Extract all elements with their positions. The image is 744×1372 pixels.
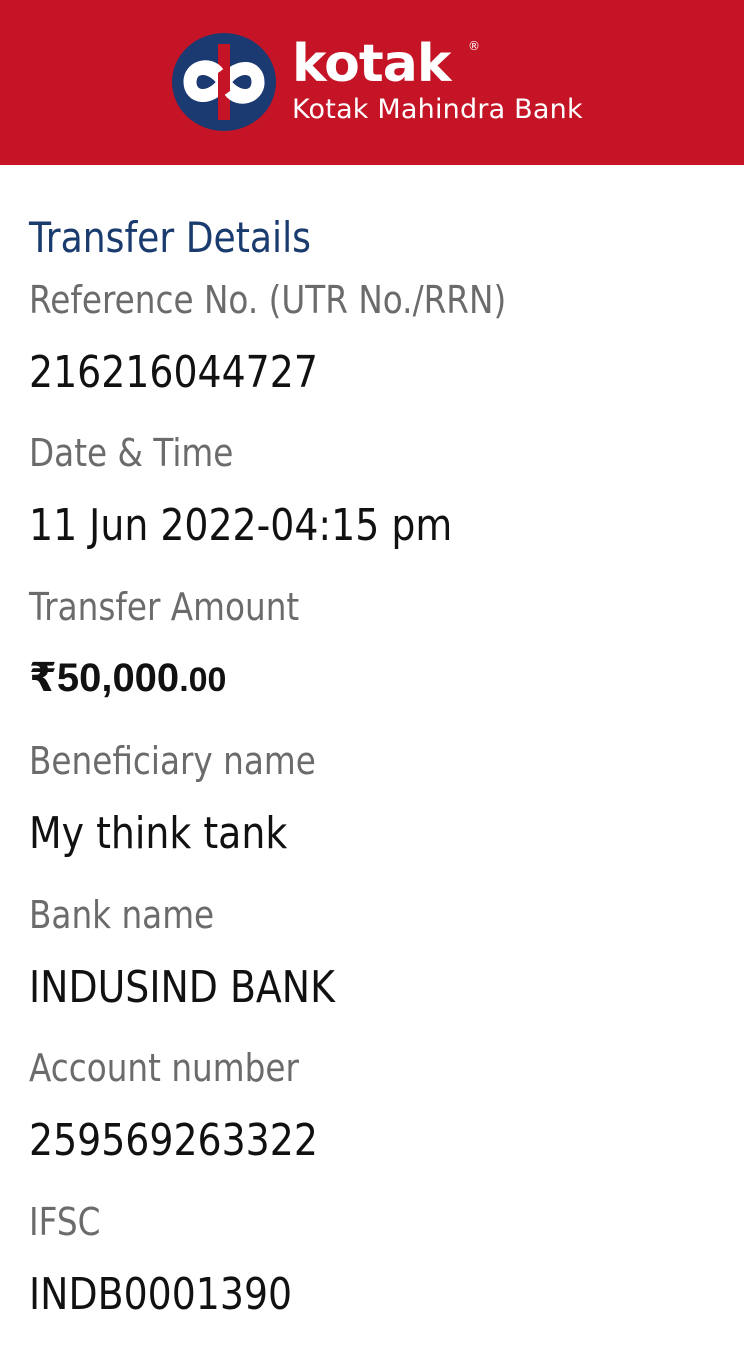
page-title: Transfer Details xyxy=(29,213,311,262)
field-value[interactable]: INDUSIND BANK xyxy=(29,960,644,1016)
field-reference-no: Reference No. (UTR No./RRN) 216216044727 xyxy=(29,275,744,428)
field-label: Transfer Amount xyxy=(29,585,300,629)
bank-full-name: Kotak Mahindra Bank xyxy=(292,94,583,125)
field-ifsc: IFSC INDB0001390 xyxy=(29,1197,744,1327)
field-value[interactable]: ₹50,000.00 xyxy=(29,650,744,708)
app-header: kotak ® Kotak Mahindra Bank xyxy=(0,0,744,165)
field-value[interactable]: My think tank xyxy=(29,806,644,862)
field-label: IFSC xyxy=(29,1200,101,1244)
field-bank-name: Bank name INDUSIND BANK xyxy=(29,890,744,1043)
bank-logo: kotak ® Kotak Mahindra Bank xyxy=(172,32,583,132)
brand-name: kotak xyxy=(292,34,451,94)
amount-decimals: .00 xyxy=(179,661,227,699)
registered-mark: ® xyxy=(468,39,480,53)
field-label: Account number xyxy=(29,1046,299,1090)
field-beneficiary-name: Beneficiary name My think tank xyxy=(29,736,744,890)
field-value[interactable]: INDB0001390 xyxy=(29,1267,644,1323)
logo-text: kotak ® Kotak Mahindra Bank xyxy=(292,36,583,126)
field-label: Beneficiary name xyxy=(29,739,316,783)
field-transfer-amount: Transfer Amount ₹50,000.00 xyxy=(29,582,744,736)
field-value[interactable]: 11 Jun 2022-04:15 pm xyxy=(29,498,644,554)
field-label: Reference No. (UTR No./RRN) xyxy=(29,278,507,322)
field-value[interactable]: 259569263322 xyxy=(29,1113,644,1169)
field-account-number: Account number 259569263322 xyxy=(29,1043,744,1197)
title-row: Transfer Details xyxy=(29,211,744,267)
amount-value: ₹50,000 xyxy=(29,656,180,700)
field-date-time: Date & Time 11 Jun 2022-04:15 pm xyxy=(29,428,744,582)
transfer-details: Transfer Details Reference No. (UTR No./… xyxy=(0,165,744,1327)
field-label: Date & Time xyxy=(29,431,234,475)
field-value[interactable]: 216216044727 xyxy=(29,345,644,401)
field-label: Bank name xyxy=(29,893,215,937)
kotak-infinity-logo-icon xyxy=(172,33,276,131)
